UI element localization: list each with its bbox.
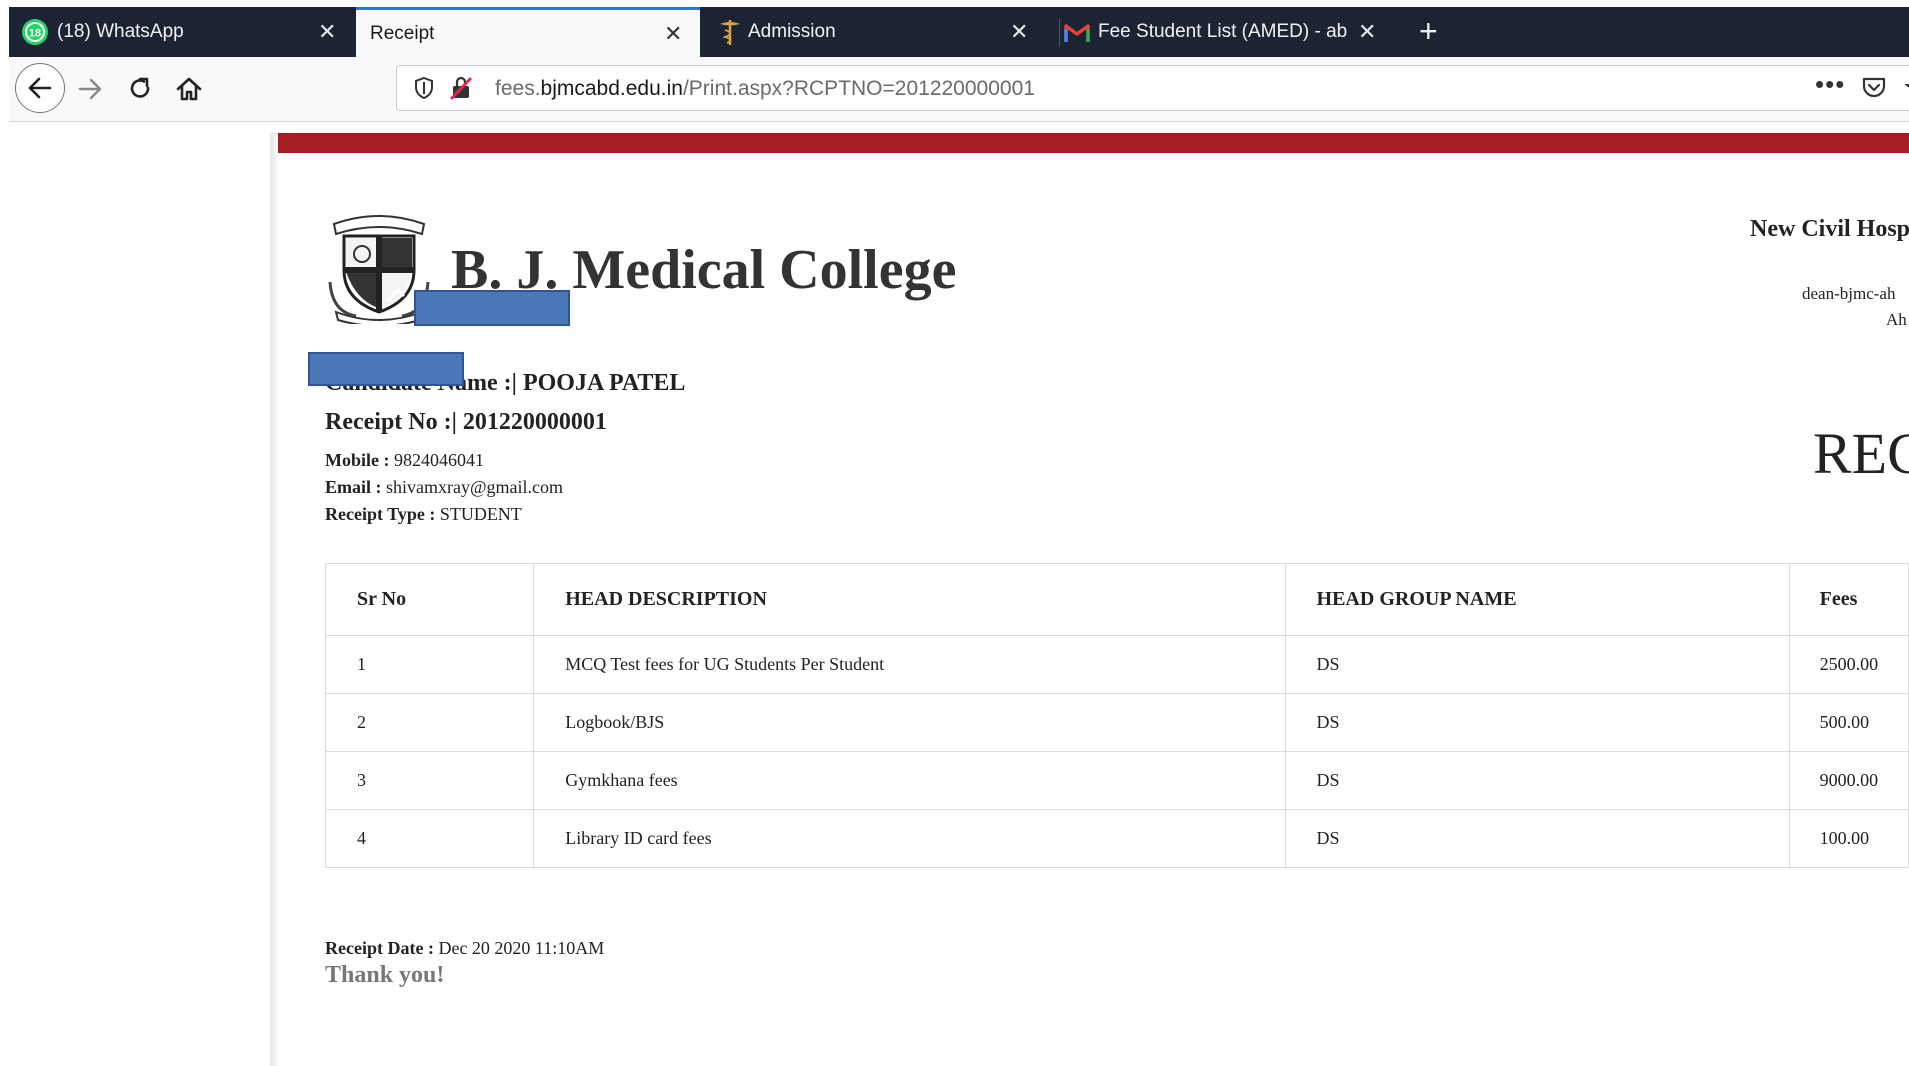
url-text[interactable]: fees.bjmcabd.edu.in/Print.aspx?RCPTNO=20… <box>495 77 1035 101</box>
close-icon[interactable]: ✕ <box>1010 21 1028 43</box>
redaction-box <box>308 352 464 386</box>
mobile-label: Mobile : <box>325 450 390 470</box>
tab-bar: 18 (18) WhatsApp ✕ Receipt ✕ Admission ✕… <box>9 7 1909 57</box>
cell-sr-no: 2 <box>324 693 535 752</box>
forward-button[interactable] <box>70 69 110 109</box>
receipt-number-line: Receipt No :| 201220000001 <box>325 409 607 436</box>
cell-fees: 9000.00 <box>1788 751 1909 810</box>
caduceus-icon <box>720 20 740 45</box>
receipt-heading: REC <box>1813 421 1909 486</box>
cell-fees: 500.00 <box>1788 693 1909 752</box>
whatsapp-icon: 18 <box>22 19 48 45</box>
page-actions-icon[interactable]: ••• <box>1815 69 1845 100</box>
tab-title: Fee Student List (AMED) - abni <box>1098 21 1348 42</box>
close-icon[interactable]: ✕ <box>664 22 682 45</box>
new-tab-button[interactable]: + <box>1419 15 1438 47</box>
cell-sr-no: 4 <box>324 809 535 868</box>
candidate-name: POOJA PATEL <box>522 370 686 396</box>
tab-separator <box>1059 19 1060 47</box>
tab-receipt[interactable]: Receipt ✕ <box>356 7 700 57</box>
email-line: Email : shivamxray@gmail.com <box>325 477 563 498</box>
mobile-number: 9824046041 <box>394 450 484 470</box>
cell-description: Logbook/BJS <box>533 693 1286 752</box>
email-address: shivamxray@gmail.com <box>386 477 564 497</box>
table-header-row: Sr No HEAD DESCRIPTION HEAD GROUP NAME F… <box>324 563 1909 636</box>
hospital-name: New Civil Hosp <box>1750 216 1909 242</box>
back-button[interactable] <box>15 63 65 113</box>
thank-you-text: Thank you! <box>325 962 445 988</box>
cell-fees: 100.00 <box>1788 809 1909 868</box>
shield-icon <box>415 76 433 100</box>
gmail-icon <box>1064 24 1090 42</box>
close-icon[interactable]: ✕ <box>318 21 336 43</box>
reload-icon <box>130 77 150 98</box>
cell-group: DS <box>1284 693 1790 752</box>
header-head-group-name: HEAD GROUP NAME <box>1284 563 1790 636</box>
reload-button[interactable] <box>120 69 160 109</box>
header-head-description: HEAD DESCRIPTION <box>533 563 1286 636</box>
insecure-lock-icon[interactable] <box>449 75 473 101</box>
cell-sr-no: 1 <box>324 635 535 694</box>
page-shadow <box>270 133 280 1066</box>
receipt-type-label: Receipt Type : <box>325 504 436 524</box>
back-arrow-icon <box>28 77 52 99</box>
receipt-top-bar <box>278 133 1909 153</box>
tab-title: Receipt <box>370 22 435 44</box>
tab-whatsapp[interactable]: 18 (18) WhatsApp ✕ <box>9 7 354 57</box>
address-bar[interactable]: fees.bjmcabd.edu.in/Print.aspx?RCPTNO=20… <box>396 65 1909 111</box>
receipt-number: 201220000001 <box>462 409 607 435</box>
receipt-type-line: Receipt Type : STUDENT <box>325 504 522 525</box>
table-row: 4 Library ID card fees DS 100.00 <box>324 809 1909 868</box>
tab-title: Admission <box>748 21 836 42</box>
pocket-icon[interactable] <box>1861 76 1887 100</box>
fees-table: Sr No HEAD DESCRIPTION HEAD GROUP NAME F… <box>324 563 1909 868</box>
header-sr-no: Sr No <box>324 563 535 636</box>
cell-group: DS <box>1284 635 1790 694</box>
bookmark-star-icon[interactable] <box>1905 75 1909 101</box>
email-label: Email : <box>325 477 382 497</box>
close-icon[interactable]: ✕ <box>1358 21 1376 43</box>
dean-email: dean-bjmc-ah <box>1802 284 1896 303</box>
table-row: 2 Logbook/BJS DS 500.00 <box>324 693 1909 752</box>
tab-admission[interactable]: Admission ✕ <box>702 7 1046 57</box>
redaction-box <box>414 290 570 326</box>
receipt-number-label: Receipt No :| <box>325 409 457 435</box>
mobile-line: Mobile : 9824046041 <box>325 450 484 471</box>
tab-fee-student-list[interactable]: Fee Student List (AMED) - abni ✕ <box>1048 7 1393 57</box>
receipt-type: STUDENT <box>439 504 522 524</box>
header-fees: Fees <box>1788 563 1909 636</box>
navigation-toolbar: fees.bjmcabd.edu.in/Print.aspx?RCPTNO=20… <box>9 57 1909 122</box>
home-icon <box>176 77 202 101</box>
table-row: 3 Gymkhana fees DS 9000.00 <box>324 751 1909 810</box>
receipt-date-line: Receipt Date : Dec 20 2020 11:10AM <box>325 938 604 959</box>
cell-group: DS <box>1284 751 1790 810</box>
cell-description: MCQ Test fees for UG Students Per Studen… <box>533 635 1286 694</box>
cell-group: DS <box>1284 809 1790 868</box>
home-button[interactable] <box>169 69 209 109</box>
receipt-date: Dec 20 2020 11:10AM <box>438 938 605 958</box>
cell-description: Library ID card fees <box>533 809 1286 868</box>
cell-fees: 2500.00 <box>1788 635 1909 694</box>
whatsapp-badge: 18 <box>29 28 41 40</box>
table-row: 1 MCQ Test fees for UG Students Per Stud… <box>324 635 1909 694</box>
city-name: Ah <box>1886 310 1907 329</box>
forward-arrow-icon <box>78 78 102 100</box>
cell-description: Gymkhana fees <box>533 751 1286 810</box>
cell-sr-no: 3 <box>324 751 535 810</box>
tab-title: (18) WhatsApp <box>57 21 184 42</box>
receipt-date-label: Receipt Date : <box>325 938 434 958</box>
